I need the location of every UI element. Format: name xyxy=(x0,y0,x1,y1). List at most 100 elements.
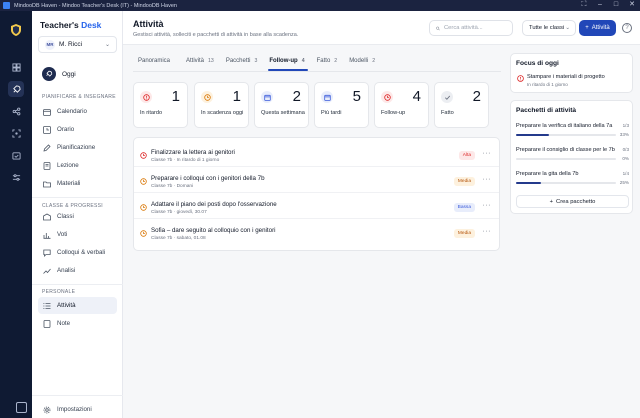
tab-modelli[interactable]: Modelli 2 xyxy=(344,53,382,69)
priority-badge: Media xyxy=(453,229,475,238)
more-icon[interactable]: ··· xyxy=(483,202,492,209)
close-icon[interactable]: ✕ xyxy=(628,1,636,9)
chart-icon xyxy=(43,231,51,239)
book-icon xyxy=(43,161,51,170)
progress-fill xyxy=(516,182,541,184)
stat-label: Più tardi xyxy=(321,110,342,116)
window-controls: ⛶ – □ ✕ xyxy=(580,1,636,9)
stat-card[interactable]: 5 Più tardi xyxy=(314,82,369,128)
shield-logo-icon xyxy=(11,24,21,36)
rail-sliders-icon[interactable] xyxy=(8,169,24,185)
tab-follow-up[interactable]: Follow-up 4 xyxy=(264,53,311,71)
table-row[interactable]: Sofia – dare seguito al colloquio con i … xyxy=(134,222,499,245)
package-item[interactable]: Preparare la gita della 7b 1/4 25% xyxy=(516,171,629,193)
stat-label: In scadenza oggi xyxy=(201,110,244,116)
rail-scan-icon[interactable] xyxy=(8,125,24,141)
school-icon xyxy=(43,213,51,221)
chevron-down-icon: ⌄ xyxy=(104,42,110,48)
create-package-button[interactable]: + Crea pacchetto xyxy=(516,195,629,208)
sidebar-item-voti[interactable]: Voti xyxy=(38,226,117,243)
sidebar-divider xyxy=(32,284,123,285)
tab-pacchetti[interactable]: Pacchetti 3 xyxy=(221,53,265,69)
sidebar-item-note[interactable]: Note xyxy=(38,315,117,332)
table-row[interactable]: Finalizzare la lettera ai genitori Class… xyxy=(134,144,499,167)
home-avatar-icon xyxy=(42,67,56,81)
package-name: Preparare il consiglio di classe per le … xyxy=(516,147,615,153)
plus-icon: + xyxy=(549,198,554,205)
progress-bar xyxy=(516,134,616,136)
search-input[interactable] xyxy=(444,25,512,31)
table-row[interactable]: Preparare i colloqui con i genitori dell… xyxy=(134,170,499,193)
class-filter-select[interactable]: Tutte le classi ⌄ xyxy=(522,20,576,36)
stat-card[interactable]: 1 In ritardo xyxy=(133,82,188,128)
sidebar-item-oggi[interactable]: Oggi xyxy=(38,63,117,85)
app-brand: Teacher's Desk xyxy=(40,20,102,30)
progress-fill xyxy=(516,134,549,136)
stat-label: In ritardo xyxy=(140,110,163,116)
table-row[interactable]: Adattare il piano dei posti dopo l'osser… xyxy=(134,196,499,219)
rail-dashboard-icon[interactable] xyxy=(8,59,24,75)
tab-fatto[interactable]: Fatto 2 xyxy=(312,53,345,69)
packages-title: Pacchetti di attività xyxy=(516,107,577,114)
package-name: Preparare la gita della 7b xyxy=(516,171,579,177)
gear-icon xyxy=(43,406,51,414)
package-item[interactable]: Preparare il consiglio di classe per le … xyxy=(516,147,629,169)
tab-bar: Panoramica Attività 13 Pacchetti 3 Follow-… xyxy=(133,53,382,71)
stat-card[interactable]: 2 Questa settimana xyxy=(254,82,309,128)
sidebar-item-materiali[interactable]: Materiali xyxy=(38,175,117,192)
stat-value: 4 xyxy=(412,88,421,105)
sidebar-item-colloqui[interactable]: Colloqui & verbali xyxy=(38,244,117,261)
page-title: Attività xyxy=(133,19,164,29)
priority-badge: Alta xyxy=(458,151,475,160)
clock-icon xyxy=(140,152,147,159)
package-item[interactable]: Preparare la verifica di italiano della … xyxy=(516,123,629,145)
search-box[interactable] xyxy=(429,20,513,36)
task-title: Finalizzare la lettera ai genitori xyxy=(151,149,235,156)
fullscreen-icon[interactable]: ⛶ xyxy=(580,1,588,9)
calendar-icon xyxy=(43,108,51,116)
more-icon[interactable]: ··· xyxy=(483,150,492,157)
stat-card[interactable]: 4 Follow-up xyxy=(374,82,429,128)
maximize-icon[interactable]: □ xyxy=(612,1,620,9)
page-subtitle: Gestisci attività, solleciti e pacchetti… xyxy=(133,32,299,38)
stat-card[interactable]: 2 Fatto xyxy=(434,82,489,128)
task-list: Finalizzare la lettera ai genitori Class… xyxy=(133,137,500,251)
sidebar-item-calendario[interactable]: Calendario xyxy=(38,103,117,120)
stat-card[interactable]: 1 In scadenza oggi xyxy=(194,82,249,128)
rail-rocket-icon[interactable] xyxy=(8,81,24,97)
sidebar-item-classi[interactable]: Classi xyxy=(38,208,117,225)
tab-panoramica[interactable]: Panoramica xyxy=(133,53,181,69)
sidebar-item-pianificazione[interactable]: Pianificazione xyxy=(38,139,117,156)
rail-calendar-check-icon[interactable] xyxy=(8,147,24,163)
sidebar-item-orario[interactable]: Orario xyxy=(38,121,117,138)
tab-attivita[interactable]: Attività 13 xyxy=(181,53,221,69)
package-count: 0/3 xyxy=(622,147,629,152)
calendar-icon xyxy=(261,91,273,103)
focus-title: Focus di oggi xyxy=(516,60,559,67)
task-meta: Classe 7b · giovedì, 30.07 xyxy=(151,210,207,215)
sidebar-item-attivita[interactable]: Attività xyxy=(38,297,117,314)
sidebar-toggle-icon[interactable] xyxy=(16,402,27,413)
calendar-icon xyxy=(321,91,333,103)
sidebar-item-impostazioni[interactable]: Impostazioni xyxy=(38,401,117,418)
focus-item-title: Stampare i materiali di progetto xyxy=(527,74,605,80)
check-icon xyxy=(441,91,453,103)
task-meta: Classe 7b · sabato, 01.08 xyxy=(151,236,206,241)
focus-item[interactable]: Stampare i materiali di progetto In rita… xyxy=(516,73,628,90)
minimize-icon[interactable]: – xyxy=(596,1,604,9)
sidebar-item-lezione[interactable]: Lezione xyxy=(38,157,117,174)
add-activity-button[interactable]: + Attività xyxy=(579,20,616,36)
progress-bar xyxy=(516,158,616,160)
app-icon xyxy=(3,2,10,9)
user-selector[interactable]: MR M. Ricci ⌄ xyxy=(38,36,117,53)
sidebar-item-analisi[interactable]: Analisi xyxy=(38,262,117,279)
more-icon[interactable]: ··· xyxy=(483,228,492,235)
section-title-personal: PERSONALE xyxy=(42,289,76,295)
sidebar: Teacher's Desk MR M. Ricci ⌄ Oggi PIANIF… xyxy=(32,11,123,418)
rail-share-icon[interactable] xyxy=(8,103,24,119)
help-icon[interactable]: ? xyxy=(622,23,632,33)
more-icon[interactable]: ··· xyxy=(483,176,492,183)
task-title: Sofia – dare seguito al colloquio con i … xyxy=(151,227,276,234)
clock-icon xyxy=(140,204,147,211)
sidebar-divider xyxy=(32,197,123,198)
